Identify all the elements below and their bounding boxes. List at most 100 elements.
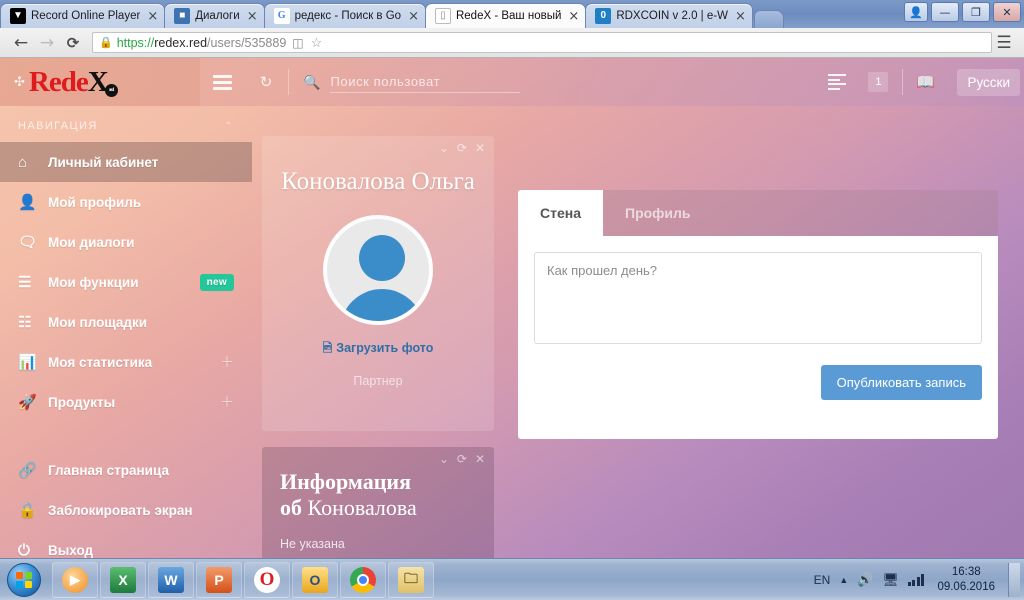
forward-button[interactable]: → bbox=[34, 33, 60, 53]
browser-tab[interactable]: ▼ Record Online Player × bbox=[0, 3, 166, 28]
language-selector[interactable]: Русски bbox=[957, 68, 1020, 96]
expand-plus-icon[interactable]: ＋ bbox=[220, 392, 234, 412]
news-badge: 1 bbox=[868, 72, 889, 92]
browser-tab-title: RDXCOIN v 2.0 | e-W bbox=[616, 10, 728, 22]
taskbar-app-chrome[interactable] bbox=[340, 561, 386, 598]
search-box[interactable]: 🔍 bbox=[303, 71, 521, 93]
tab-close-icon[interactable]: × bbox=[247, 10, 258, 23]
logo-mark-icon: ✣ bbox=[14, 74, 25, 89]
reload-button[interactable]: ⟳ bbox=[60, 34, 86, 52]
search-input[interactable] bbox=[330, 71, 521, 93]
sidebar-bottom-item-1[interactable]: 🔒 Заблокировать экран bbox=[0, 490, 252, 530]
window-close-button[interactable]: ✕ bbox=[993, 2, 1021, 22]
tab-close-icon[interactable]: × bbox=[568, 10, 579, 23]
dictionary-button[interactable]: 📖 bbox=[903, 58, 947, 106]
split-view-icon[interactable]: ◫ bbox=[292, 36, 303, 50]
browser-tab[interactable]: ■ Диалоги × bbox=[164, 3, 265, 28]
browser-tab[interactable]: 0 RDXCOIN v 2.0 | e-W × bbox=[585, 3, 753, 28]
refresh-icon: ↻ bbox=[259, 74, 273, 91]
browser-tab[interactable]: ▯ RedeX - Ваш новый × bbox=[424, 3, 587, 28]
refresh-icon[interactable]: ⟳ bbox=[457, 453, 467, 465]
bookmark-star-icon[interactable]: ☆ bbox=[311, 35, 323, 51]
sidebar-item-label: Главная страница bbox=[48, 462, 169, 478]
tab-close-icon[interactable]: × bbox=[147, 10, 158, 23]
taskbar-app-powerpoint[interactable]: P bbox=[196, 561, 242, 598]
sidebar-item-4[interactable]: ☷ Мои площадки bbox=[0, 302, 252, 342]
sidebar-item-label: Личный кабинет bbox=[48, 154, 159, 170]
taskbar-app-excel[interactable]: X bbox=[100, 561, 146, 598]
taskbar-app-opera[interactable]: O bbox=[244, 561, 290, 598]
home-icon: ⌂ bbox=[18, 153, 28, 171]
address-bar[interactable]: 🔒 https:// redex.red /users/535889 ◫ ☆ bbox=[92, 32, 992, 53]
media-player-icon: ▶ bbox=[62, 566, 88, 593]
sidebar-item-2[interactable]: 🗨 Мои диалоги bbox=[0, 222, 252, 262]
screen: ▼ Record Online Player × ■ Диалоги × Gредекс -… bbox=[0, 0, 1024, 600]
header-divider bbox=[288, 69, 289, 95]
wall-tab-0[interactable]: Стена bbox=[518, 190, 603, 236]
news-button[interactable] bbox=[815, 58, 859, 106]
profile-role: Партнер bbox=[353, 373, 403, 388]
sidebar-bottom-list: 🔗 Главная страница 🔒 Заблокировать экран ⏻ Вы… bbox=[0, 450, 252, 558]
document-icon: ▯ bbox=[434, 8, 451, 24]
sidebar-nav-list: ⌂ Личный кабинет 👤 Мой профиль 🗨 Мои диалоги ☰… bbox=[0, 142, 252, 422]
close-icon[interactable]: ✕ bbox=[475, 142, 485, 154]
taskbar-app-outlook[interactable]: O bbox=[292, 561, 338, 598]
signal-icon[interactable] bbox=[907, 573, 925, 586]
system-tray: EN ▲ 🔊 🖥 16:38 09.06.2016 bbox=[814, 562, 1024, 597]
chrome-icon bbox=[350, 566, 376, 593]
sidebar-item-label: Мои функции bbox=[48, 274, 139, 290]
volume-icon[interactable]: 🔊 bbox=[857, 572, 873, 588]
sidebar-bottom-item-0[interactable]: 🔗 Главная страница bbox=[0, 450, 252, 490]
show-desktop-button[interactable] bbox=[1008, 562, 1020, 597]
sidebar-item-3[interactable]: ☰ Мои функции new bbox=[0, 262, 252, 302]
taskbar-app-explorer[interactable]: 🗀 bbox=[388, 561, 434, 598]
start-button[interactable] bbox=[2, 561, 46, 599]
sidebar-bottom-item-2[interactable]: ⏻ Выход bbox=[0, 530, 252, 559]
sidebar-item-1[interactable]: 👤 Мой профиль bbox=[0, 182, 252, 222]
chevron-up-icon[interactable]: ⌃ bbox=[224, 121, 234, 132]
window-minimize-button[interactable]: — bbox=[931, 2, 959, 22]
window-user-button[interactable]: 👤 bbox=[904, 2, 928, 22]
network-icon[interactable]: 🖥 bbox=[882, 572, 899, 588]
dialog-icon: ■ bbox=[174, 8, 191, 24]
sidebar-item-5[interactable]: 📊 Моя статистика ＋ bbox=[0, 342, 252, 382]
window-maximize-button[interactable]: ❐ bbox=[962, 2, 990, 22]
sidebar-item-0[interactable]: ⌂ Личный кабинет bbox=[0, 142, 252, 182]
wall-body: Опубликовать запись bbox=[518, 236, 998, 439]
tab-close-icon[interactable]: × bbox=[735, 10, 746, 23]
logo[interactable]: ✣ RedeXred bbox=[0, 58, 200, 106]
collapse-icon[interactable]: ⌄ bbox=[439, 453, 449, 465]
browser-tab-title: Диалоги bbox=[195, 10, 240, 22]
browser-toolbar: ← → ⟳ 🔒 https:// redex.red /users/535889… bbox=[0, 28, 1024, 58]
chrome-menu-icon[interactable]: ☰ bbox=[992, 33, 1016, 53]
info-title-part1: Информация bbox=[280, 469, 412, 494]
refresh-icon[interactable]: ⟳ bbox=[457, 142, 467, 154]
tray-chevron-up-icon[interactable]: ▲ bbox=[839, 575, 848, 585]
avatar[interactable] bbox=[323, 214, 433, 325]
browser-tab[interactable]: Gредекс - Поиск в Go × bbox=[263, 3, 426, 28]
tray-language[interactable]: EN bbox=[814, 573, 831, 587]
list-icon: ☰ bbox=[18, 274, 32, 291]
info-card-value: Не указана bbox=[280, 536, 345, 551]
wall-tab-label: Профиль bbox=[625, 205, 691, 221]
publish-post-button[interactable]: Опубликовать запись bbox=[820, 365, 982, 400]
collapse-icon[interactable]: ⌄ bbox=[439, 142, 449, 154]
taskbar-app-word[interactable]: W bbox=[148, 561, 194, 598]
tray-clock[interactable]: 16:38 09.06.2016 bbox=[933, 565, 999, 594]
lock-icon: 🔒 bbox=[99, 37, 113, 49]
new-tab-button[interactable] bbox=[753, 10, 784, 28]
wall-post-input[interactable] bbox=[534, 252, 982, 344]
wall-tab-1[interactable]: Профиль bbox=[603, 190, 713, 236]
taskbar-app-media-player[interactable]: ▶ bbox=[52, 561, 98, 598]
wall-tab-label: Стена bbox=[540, 205, 581, 221]
header-right: 1 📖 Русски bbox=[815, 58, 1024, 106]
sidebar-item-6[interactable]: 🚀 Продукты ＋ bbox=[0, 382, 252, 422]
back-button[interactable]: ← bbox=[8, 33, 34, 53]
close-icon[interactable]: ✕ bbox=[475, 453, 485, 465]
tab-close-icon[interactable]: × bbox=[408, 10, 419, 23]
upload-photo-link[interactable]: 🖻 Загрузить фото bbox=[262, 339, 494, 360]
sidebar-section-title: НАВИГАЦИЯ ⌃ bbox=[0, 106, 252, 142]
expand-plus-icon[interactable]: ＋ bbox=[220, 352, 234, 372]
refresh-button[interactable]: ↻ bbox=[244, 58, 288, 106]
sidebar-toggle-button[interactable] bbox=[200, 58, 244, 106]
